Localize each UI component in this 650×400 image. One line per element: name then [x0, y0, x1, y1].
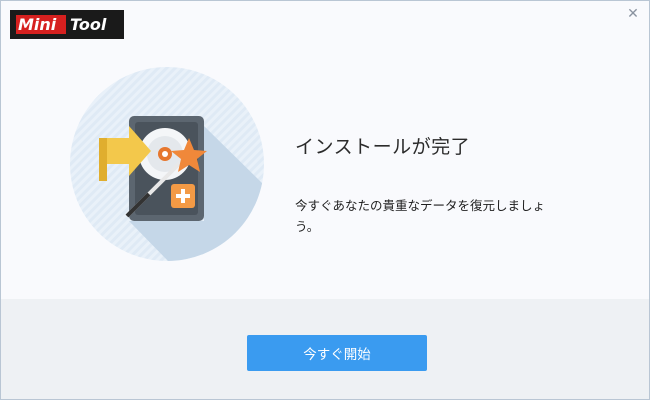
logo-text-mini: Mini [18, 15, 57, 34]
close-icon: ✕ [627, 6, 639, 22]
hard-drive-recovery-icon [70, 67, 264, 261]
minitool-logo: Mini Tool [10, 10, 124, 39]
logo-text-tool: Tool [70, 15, 107, 34]
start-now-button[interactable]: 今すぐ開始 [247, 335, 427, 371]
installer-window: Mini Tool ✕ インストールが完了 今すぐあなたの貴重なデータを復元しま… [0, 0, 650, 400]
close-button[interactable]: ✕ [623, 4, 643, 24]
recovery-description: 今すぐあなたの貴重なデータを復元しましょう。 [295, 198, 546, 234]
install-complete-title: インストールが完了 [295, 136, 471, 158]
